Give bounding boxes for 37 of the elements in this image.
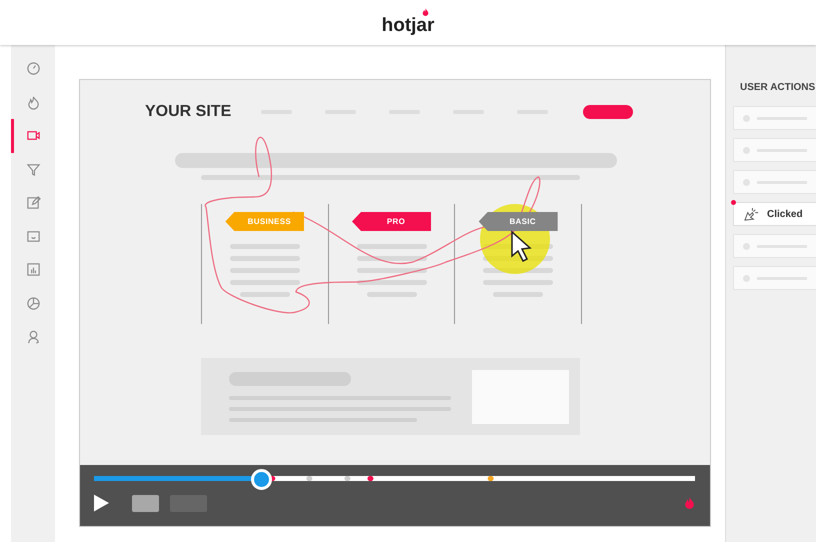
event-dot [731, 200, 736, 205]
bar-chart-icon [26, 262, 40, 278]
text-placeholder [356, 280, 426, 285]
cursor-icon [511, 230, 532, 262]
flame-icon[interactable] [684, 496, 695, 510]
text-placeholder [493, 292, 544, 297]
text-placeholder [230, 268, 300, 273]
text-placeholder [230, 244, 300, 249]
text-placeholder [366, 292, 416, 297]
hotjar-logo: hotjar [382, 18, 434, 32]
timeline-thumb[interactable] [251, 469, 272, 490]
speed-button[interactable] [132, 494, 159, 512]
funnel-icon [26, 162, 40, 177]
plan-tag: BASIC [478, 212, 558, 231]
text-placeholder [230, 256, 300, 261]
gauge-icon [26, 61, 40, 76]
text-placeholder [230, 280, 300, 285]
pie-chart-icon [26, 296, 40, 311]
cta-placeholder [583, 105, 633, 119]
inbox-icon [26, 228, 40, 244]
plan-tag: PRO [352, 212, 431, 231]
text-placeholder [240, 292, 290, 297]
site-title: YOUR SITE [145, 103, 232, 121]
panel-title: USER ACTIONS [740, 82, 816, 93]
text-placeholder [356, 244, 426, 249]
text-placeholder [356, 256, 426, 261]
flame-icon [422, 8, 429, 17]
user-icon [26, 329, 40, 344]
plan-tag: BUSINESS [225, 212, 304, 231]
flame-icon [26, 94, 40, 110]
pencil-icon [26, 195, 40, 210]
click-icon [743, 206, 760, 222]
action-item[interactable]: Clicked [733, 202, 816, 226]
action-label: Clicked [767, 208, 803, 220]
play-icon [94, 494, 109, 512]
text-placeholder [483, 280, 554, 285]
text-placeholder [356, 268, 426, 273]
